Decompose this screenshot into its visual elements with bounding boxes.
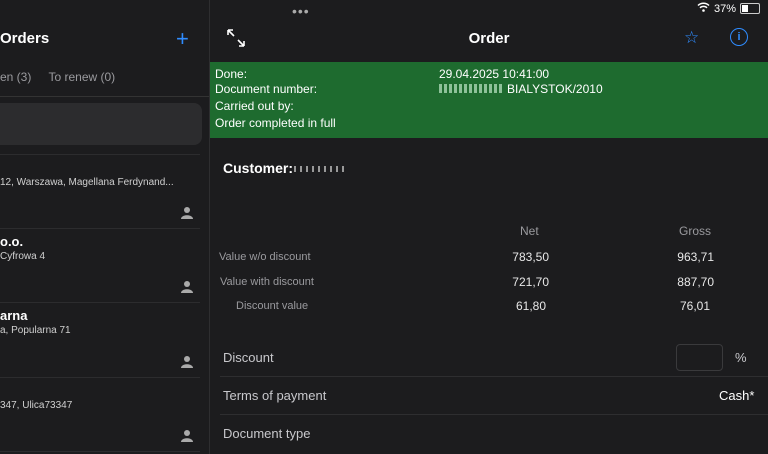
done-label: Done:	[215, 67, 248, 81]
list-item-title[interactable]: arna	[0, 308, 27, 323]
multitasking-dots-icon[interactable]: •••	[292, 3, 310, 19]
col-gross-header: Gross	[679, 224, 712, 238]
document-number-label: Document number:	[215, 82, 318, 96]
carried-out-by-label: Carried out by:	[215, 99, 294, 113]
discount-label: Discount	[223, 350, 274, 365]
terms-of-payment-value[interactable]: Cash*	[719, 388, 754, 403]
list-item-address: 12, Warszawa, Magellana Ferdynand...	[0, 177, 174, 188]
net-value: 783,50	[512, 250, 549, 264]
add-order-icon[interactable]: +	[176, 26, 189, 52]
row-label: Value with discount	[220, 276, 314, 288]
person-icon	[181, 281, 193, 293]
search-field[interactable]	[0, 103, 202, 145]
person-icon	[181, 430, 193, 442]
percent-unit: %	[735, 350, 747, 365]
done-value: 29.04.2025 10:41:00	[439, 67, 550, 81]
divider	[220, 376, 768, 377]
list-item-address: Cyfrowa 4	[0, 251, 46, 262]
gross-value: 887,70	[677, 275, 714, 289]
gross-value: 963,71	[677, 250, 714, 264]
list-divider	[0, 154, 200, 155]
divider	[220, 414, 768, 415]
completion-status: Order completed in full	[215, 116, 336, 130]
discount-input[interactable]	[676, 344, 723, 371]
document-type-label: Document type	[223, 426, 311, 441]
list-divider	[0, 377, 200, 378]
col-net-header: Net	[520, 224, 539, 238]
net-value: 721,70	[512, 275, 549, 289]
list-item-title[interactable]: o.o.	[0, 234, 23, 249]
orders-title: Orders	[0, 30, 50, 47]
info-icon[interactable]: i	[730, 28, 748, 46]
document-number-value: BIALYSTOK/2010	[507, 82, 603, 96]
orders-list-pane	[0, 0, 210, 454]
list-divider	[0, 228, 200, 229]
list-item-address: a, Popularna 71	[0, 325, 71, 336]
person-icon	[181, 356, 193, 368]
list-divider	[0, 451, 200, 452]
wifi-icon	[697, 2, 710, 15]
net-value: 61,80	[515, 299, 546, 313]
gross-value: 76,01	[679, 299, 710, 313]
redacted-text	[294, 166, 344, 172]
redacted-text	[439, 84, 503, 93]
tab-to-renew[interactable]: To renew (0)	[48, 70, 115, 84]
row-label: Value w/o discount	[219, 251, 311, 263]
status-bar: 37%	[697, 2, 760, 15]
expand-icon[interactable]	[226, 28, 246, 48]
orders-tabs: en (3) To renew (0)	[0, 70, 129, 84]
tab-open[interactable]: en (3)	[0, 70, 31, 84]
terms-of-payment-label: Terms of payment	[223, 388, 327, 403]
tabs-divider	[0, 96, 209, 97]
list-divider	[0, 302, 200, 303]
customer-label: Customer:	[223, 160, 294, 176]
favorite-star-icon[interactable]: ☆	[684, 28, 699, 48]
battery-icon	[740, 3, 760, 14]
battery-percent: 37%	[713, 2, 736, 15]
list-item-address: 347, Ulica73347	[0, 400, 73, 411]
row-label: Discount value	[236, 300, 309, 312]
person-icon	[181, 207, 193, 219]
